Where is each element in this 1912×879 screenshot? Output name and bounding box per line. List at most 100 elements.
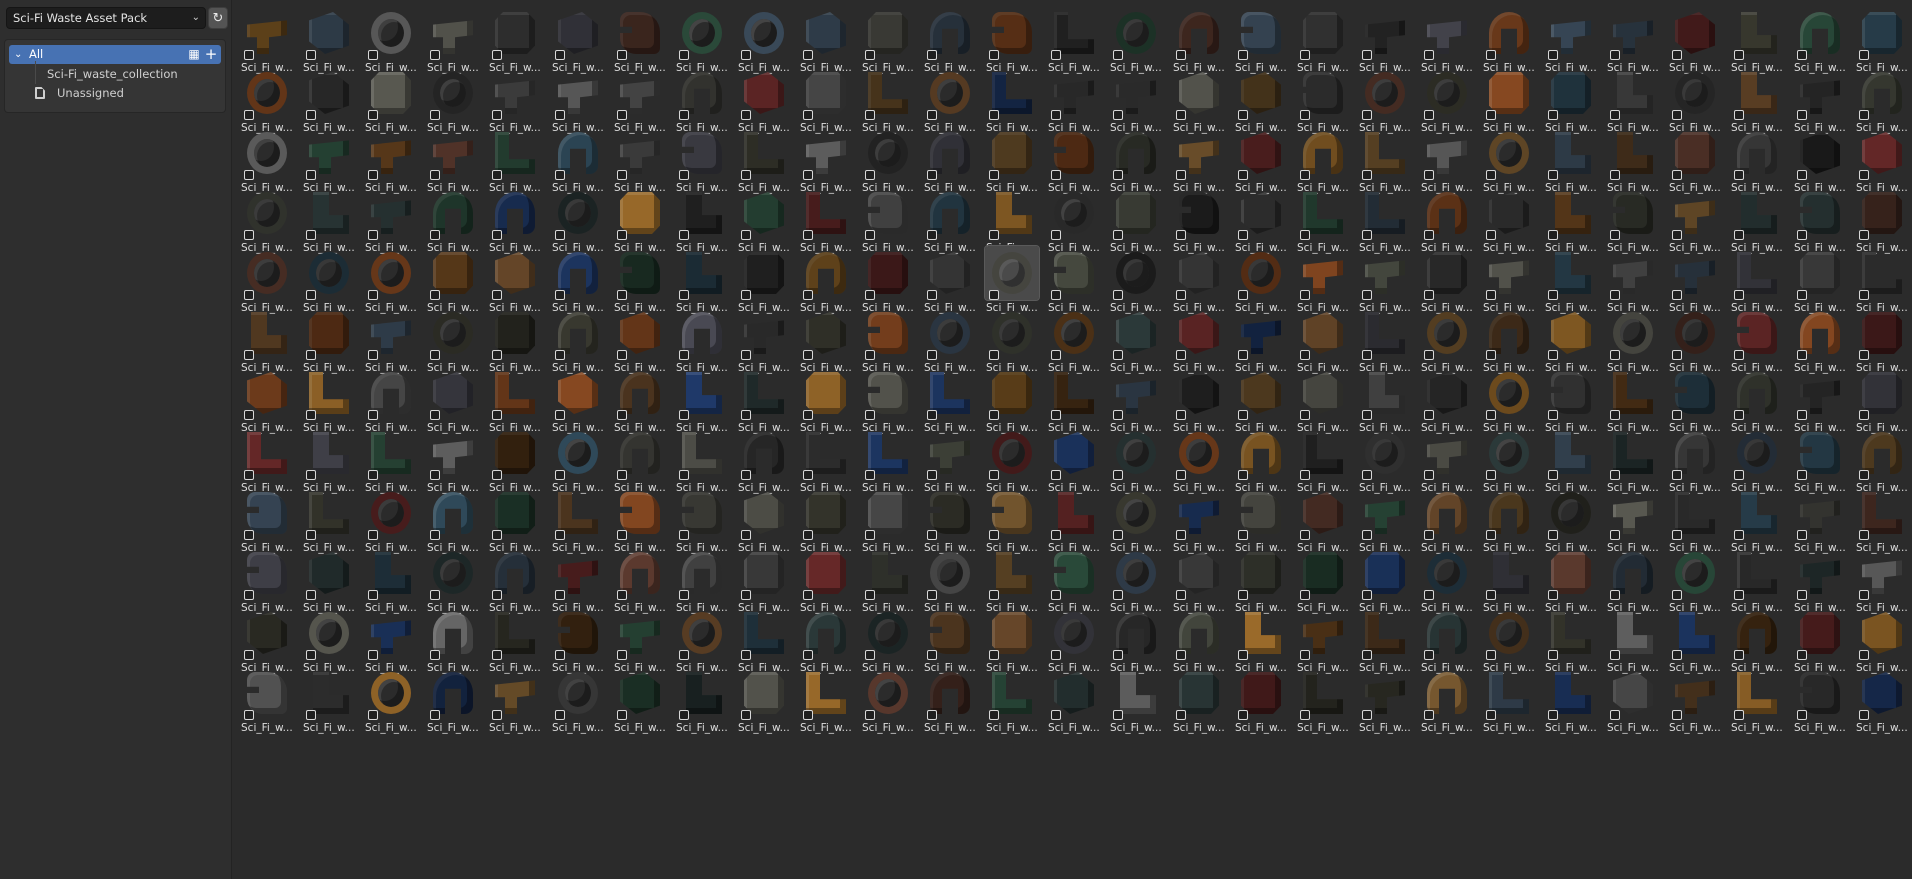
asset-thumbnail[interactable] <box>240 186 294 240</box>
asset-tile[interactable]: Sci_Fi_w... <box>1419 664 1475 737</box>
asset-thumbnail[interactable] <box>737 306 791 360</box>
asset-select-checkbox[interactable] <box>1113 410 1123 420</box>
asset-select-checkbox[interactable] <box>555 710 565 720</box>
asset-tile[interactable]: Sci_Fi_w... <box>1481 664 1537 737</box>
asset-thumbnail[interactable] <box>426 6 480 60</box>
asset-select-checkbox[interactable] <box>1362 50 1372 60</box>
asset-thumbnail[interactable] <box>240 6 294 60</box>
asset-thumbnail[interactable] <box>799 366 853 420</box>
asset-thumbnail[interactable] <box>1296 666 1350 720</box>
asset-thumbnail[interactable] <box>1296 66 1350 120</box>
asset-select-checkbox[interactable] <box>1176 50 1186 60</box>
asset-select-checkbox[interactable] <box>1113 110 1123 120</box>
asset-select-checkbox[interactable] <box>1300 170 1310 180</box>
asset-thumbnail[interactable] <box>1420 126 1474 180</box>
asset-select-checkbox[interactable] <box>1113 710 1123 720</box>
asset-select-checkbox[interactable] <box>617 230 627 240</box>
asset-thumbnail[interactable] <box>1234 366 1288 420</box>
asset-thumbnail[interactable] <box>1668 246 1722 300</box>
asset-thumbnail[interactable] <box>1420 246 1474 300</box>
asset-select-checkbox[interactable] <box>927 170 937 180</box>
asset-select-checkbox[interactable] <box>368 590 378 600</box>
asset-thumbnail[interactable] <box>1544 546 1598 600</box>
asset-select-checkbox[interactable] <box>1672 590 1682 600</box>
asset-thumbnail[interactable] <box>1793 426 1847 480</box>
asset-thumbnail[interactable] <box>1047 66 1101 120</box>
asset-select-checkbox[interactable] <box>1362 470 1372 480</box>
asset-select-checkbox[interactable] <box>1362 710 1372 720</box>
asset-thumbnail[interactable] <box>1668 186 1722 240</box>
asset-select-checkbox[interactable] <box>989 710 999 720</box>
asset-select-checkbox[interactable] <box>1362 110 1372 120</box>
asset-select-checkbox[interactable] <box>1238 50 1248 60</box>
asset-thumbnail[interactable] <box>1730 186 1784 240</box>
asset-select-checkbox[interactable] <box>1051 170 1061 180</box>
asset-select-checkbox[interactable] <box>927 530 937 540</box>
asset-thumbnail[interactable] <box>302 246 356 300</box>
asset-thumbnail[interactable] <box>799 246 853 300</box>
asset-select-checkbox[interactable] <box>1859 50 1869 60</box>
asset-select-checkbox[interactable] <box>679 170 689 180</box>
asset-select-checkbox[interactable] <box>927 410 937 420</box>
asset-thumbnail[interactable] <box>1172 666 1226 720</box>
asset-thumbnail[interactable] <box>1855 366 1909 420</box>
asset-select-checkbox[interactable] <box>1051 590 1061 600</box>
asset-select-checkbox[interactable] <box>1797 470 1807 480</box>
asset-thumbnail[interactable] <box>1668 486 1722 540</box>
asset-select-checkbox[interactable] <box>1610 590 1620 600</box>
asset-select-checkbox[interactable] <box>492 110 502 120</box>
asset-thumbnail[interactable] <box>1172 246 1226 300</box>
asset-tile[interactable]: Sci_Fi_w... <box>1729 664 1785 737</box>
asset-tile[interactable]: Sci_Fi_w... <box>301 664 357 737</box>
asset-select-checkbox[interactable] <box>1176 650 1186 660</box>
asset-thumbnail[interactable] <box>426 126 480 180</box>
asset-thumbnail[interactable] <box>551 606 605 660</box>
asset-select-checkbox[interactable] <box>679 230 689 240</box>
asset-select-checkbox[interactable] <box>1797 350 1807 360</box>
asset-select-checkbox[interactable] <box>865 650 875 660</box>
asset-thumbnail[interactable] <box>1234 426 1288 480</box>
asset-select-checkbox[interactable] <box>1424 590 1434 600</box>
asset-select-checkbox[interactable] <box>741 470 751 480</box>
asset-thumbnail[interactable] <box>985 186 1039 240</box>
asset-thumbnail[interactable] <box>1730 606 1784 660</box>
asset-thumbnail[interactable] <box>737 606 791 660</box>
asset-select-checkbox[interactable] <box>803 530 813 540</box>
asset-select-checkbox[interactable] <box>1672 650 1682 660</box>
asset-thumbnail[interactable] <box>1793 66 1847 120</box>
asset-select-checkbox[interactable] <box>1300 650 1310 660</box>
asset-thumbnail[interactable] <box>364 546 418 600</box>
asset-thumbnail[interactable] <box>364 606 418 660</box>
asset-thumbnail[interactable] <box>551 186 605 240</box>
asset-select-checkbox[interactable] <box>306 170 316 180</box>
asset-thumbnail[interactable] <box>426 306 480 360</box>
asset-thumbnail[interactable] <box>1544 366 1598 420</box>
asset-tile[interactable]: Sci_Fi_w... <box>487 664 543 737</box>
asset-select-checkbox[interactable] <box>1300 230 1310 240</box>
asset-select-checkbox[interactable] <box>1610 410 1620 420</box>
asset-select-checkbox[interactable] <box>1362 170 1372 180</box>
asset-thumbnail[interactable] <box>1606 306 1660 360</box>
asset-select-checkbox[interactable] <box>430 650 440 660</box>
asset-thumbnail[interactable] <box>302 126 356 180</box>
asset-thumbnail[interactable] <box>861 486 915 540</box>
asset-select-checkbox[interactable] <box>989 410 999 420</box>
asset-tile[interactable]: Sci_Fi_w... <box>1295 664 1351 737</box>
asset-thumbnail[interactable] <box>302 426 356 480</box>
asset-thumbnail[interactable] <box>364 366 418 420</box>
asset-select-checkbox[interactable] <box>741 290 751 300</box>
asset-thumbnail[interactable] <box>985 606 1039 660</box>
asset-thumbnail[interactable] <box>985 546 1039 600</box>
asset-thumbnail[interactable] <box>302 66 356 120</box>
asset-select-checkbox[interactable] <box>617 110 627 120</box>
asset-thumbnail[interactable] <box>1234 246 1288 300</box>
asset-thumbnail[interactable] <box>1420 486 1474 540</box>
asset-thumbnail[interactable] <box>1109 186 1163 240</box>
asset-thumbnail[interactable] <box>426 486 480 540</box>
asset-thumbnail[interactable] <box>675 6 729 60</box>
asset-select-checkbox[interactable] <box>430 230 440 240</box>
asset-select-checkbox[interactable] <box>492 530 502 540</box>
asset-select-checkbox[interactable] <box>741 410 751 420</box>
asset-select-checkbox[interactable] <box>1548 410 1558 420</box>
asset-select-checkbox[interactable] <box>1051 410 1061 420</box>
